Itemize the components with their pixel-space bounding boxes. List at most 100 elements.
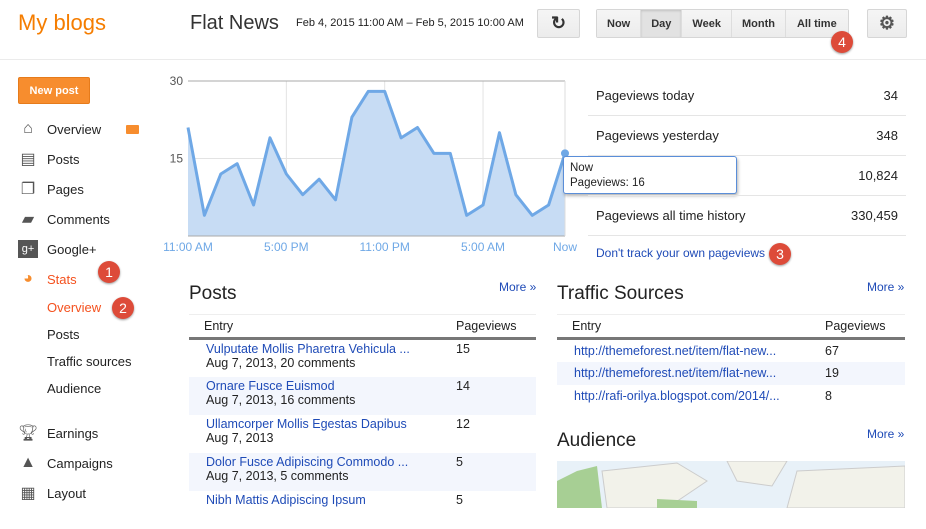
badge-4: 4	[831, 31, 853, 53]
traffic-url-link[interactable]: http://rafi-orilya.blogspot.com/2014/...	[574, 389, 780, 403]
comment-icon: ▰	[21, 211, 35, 228]
post-title-link[interactable]: Dolor Fusce Adipiscing Commodo ...	[206, 455, 456, 469]
sidebar-item-label: Campaigns	[47, 455, 113, 471]
sidebar-item-label: Layout	[47, 485, 87, 501]
logo[interactable]: My blogs	[18, 10, 106, 36]
table-row: Nibh Mattis Adipiscing Ipsum 5	[189, 491, 536, 529]
table-row: http://rafi-orilya.blogspot.com/2014/...…	[557, 385, 905, 408]
header-divider	[0, 59, 926, 60]
sidebar-item-comments[interactable]: ▰ Comments	[18, 210, 110, 228]
traffic-url-link[interactable]: http://themeforest.net/item/flat-new...	[574, 366, 776, 380]
post-title-link[interactable]: Nibh Mattis Adipiscing Ipsum	[206, 493, 456, 507]
sidebar-item-campaigns[interactable]: ▲ Campaigns	[18, 454, 113, 472]
blog-name: Flat News	[190, 12, 279, 34]
x-tick-label: 11:00 AM	[163, 240, 213, 254]
stat-row: Pageviews today 34	[588, 76, 906, 116]
new-post-button[interactable]: New post	[18, 77, 90, 104]
traffic-pageviews: 67	[825, 344, 839, 358]
audience-more-link[interactable]: More »	[867, 427, 904, 441]
stat-value: 34	[883, 88, 898, 103]
traffic-table: Entry Pageviews http://themeforest.net/it…	[557, 314, 905, 408]
pages-icon: ❐	[20, 181, 36, 198]
dont-track-link[interactable]: Don't track your own pageviews	[596, 246, 765, 260]
posts-table: Entry Pageviews Vulputate Mollis Pharetra…	[189, 314, 536, 529]
range-month[interactable]: Month	[731, 10, 786, 37]
table-row: Vulputate Mollis Pharetra Vehicula ... Au…	[189, 339, 536, 377]
sidebar-item-overview[interactable]: ⌂ Overview	[18, 120, 101, 138]
posts-title: Posts	[189, 283, 237, 304]
date-range: Feb 4, 2015 11:00 AM – Feb 5, 2015 10:00…	[296, 17, 524, 29]
stat-value: 10,824	[858, 168, 898, 183]
refresh-icon: ↻	[550, 13, 567, 33]
stat-value: 330,459	[851, 208, 898, 223]
badge-2: 2	[112, 297, 134, 319]
stat-value: 348	[876, 128, 898, 143]
pageviews-chart: 15 30 11:00 AM 5:00 PM 11:00 PM 5:00 AM Now	[163, 74, 577, 254]
post-meta: Aug 7, 2013	[206, 430, 274, 445]
audience-map	[557, 461, 905, 508]
sidebar-item-layout[interactable]: ▦ Layout	[18, 484, 86, 502]
stat-row: Pageviews yesterday 348	[588, 116, 906, 156]
post-pageviews: 12	[456, 416, 470, 431]
trophy-icon: 🏆︎	[17, 425, 39, 442]
stat-row: 10,824	[588, 156, 906, 196]
post-pageviews: 5	[456, 492, 463, 507]
table-row: Ornare Fusce Euismod Aug 7, 2013, 16 comm…	[189, 376, 536, 415]
col-entry: Entry	[557, 314, 825, 340]
stats-sub-posts[interactable]: Posts	[47, 327, 80, 342]
x-tick-label: 11:00 PM	[359, 240, 409, 254]
sidebar-item-label: Stats	[47, 271, 77, 287]
range-now[interactable]: Now	[597, 10, 642, 37]
range-week[interactable]: Week	[682, 10, 732, 37]
y-tick-label: 30	[170, 74, 184, 88]
traffic-url-link[interactable]: http://themeforest.net/item/flat-new...	[574, 344, 776, 358]
y-tick-label: 15	[170, 152, 184, 166]
post-meta: Aug 7, 2013, 20 comments	[206, 356, 356, 370]
stats-sub-audience[interactable]: Audience	[47, 381, 101, 396]
stats-sub-traffic-sources[interactable]: Traffic sources	[47, 354, 132, 369]
post-pageviews: 14	[456, 376, 536, 415]
stats-sub-overview[interactable]: Overview	[47, 300, 101, 315]
badge-3: 3	[769, 243, 791, 265]
post-title-link[interactable]: Vulputate Mollis Pharetra Vehicula ...	[206, 342, 456, 356]
stat-label: Pageviews yesterday	[596, 128, 719, 143]
posts-more-link[interactable]: More »	[499, 280, 536, 294]
table-row: http://themeforest.net/item/flat-new... 1…	[557, 361, 905, 385]
post-title-link[interactable]: Ornare Fusce Euismod	[206, 379, 456, 393]
megaphone-icon[interactable]	[126, 125, 139, 134]
campaigns-icon: ▲	[20, 454, 36, 471]
sidebar-item-google-plus[interactable]: g+ Google+	[18, 240, 97, 258]
post-pageviews: 5	[456, 452, 536, 491]
post-meta: Aug 7, 2013, 16 comments	[206, 392, 356, 407]
post-meta: Aug 7, 2013, 5 comments	[206, 468, 349, 483]
range-selector: Now Day Week Month All time	[596, 9, 849, 38]
sidebar-item-posts[interactable]: ▤ Posts	[18, 150, 79, 168]
x-tick-label: 5:00 AM	[461, 240, 505, 254]
sidebar-item-label: Earnings	[47, 425, 99, 441]
settings-button[interactable]: ⚙	[867, 9, 907, 38]
google-plus-icon: g+	[18, 240, 38, 258]
range-day[interactable]: Day	[641, 10, 683, 37]
post-title-link[interactable]: Ullamcorper Mollis Egestas Dapibus	[206, 417, 456, 431]
stat-label: Pageviews all time history	[596, 208, 746, 223]
table-row: http://themeforest.net/item/flat-new... 6…	[557, 339, 905, 362]
sidebar-item-stats[interactable]: ◕ Stats	[18, 270, 77, 288]
traffic-pageviews: 8	[825, 388, 832, 403]
stat-label: Pageviews today	[596, 88, 695, 103]
sidebar-item-earnings[interactable]: 🏆︎ Earnings	[18, 424, 98, 442]
traffic-pageviews: 19	[825, 361, 905, 385]
home-icon: ⌂	[23, 120, 33, 137]
sidebar-item-label: Overview	[47, 121, 102, 137]
refresh-button[interactable]: ↻	[537, 9, 580, 38]
table-row: Dolor Fusce Adipiscing Commodo ... Aug 7,…	[189, 452, 536, 491]
table-row: Ullamcorper Mollis Egestas Dapibus Aug 7,…	[189, 415, 536, 453]
sidebar-item-label: Comments	[47, 211, 110, 227]
traffic-more-link[interactable]: More »	[867, 280, 904, 294]
pie-chart-icon: ◕	[23, 270, 33, 287]
audience-title: Audience	[557, 430, 637, 451]
sidebar-item-pages[interactable]: ❐ Pages	[18, 180, 84, 198]
sidebar-item-label: Pages	[47, 181, 84, 197]
sidebar-item-label: Google+	[47, 241, 97, 257]
badge-1: 1	[98, 261, 120, 283]
stat-row: Pageviews all time history 330,459	[588, 196, 906, 236]
